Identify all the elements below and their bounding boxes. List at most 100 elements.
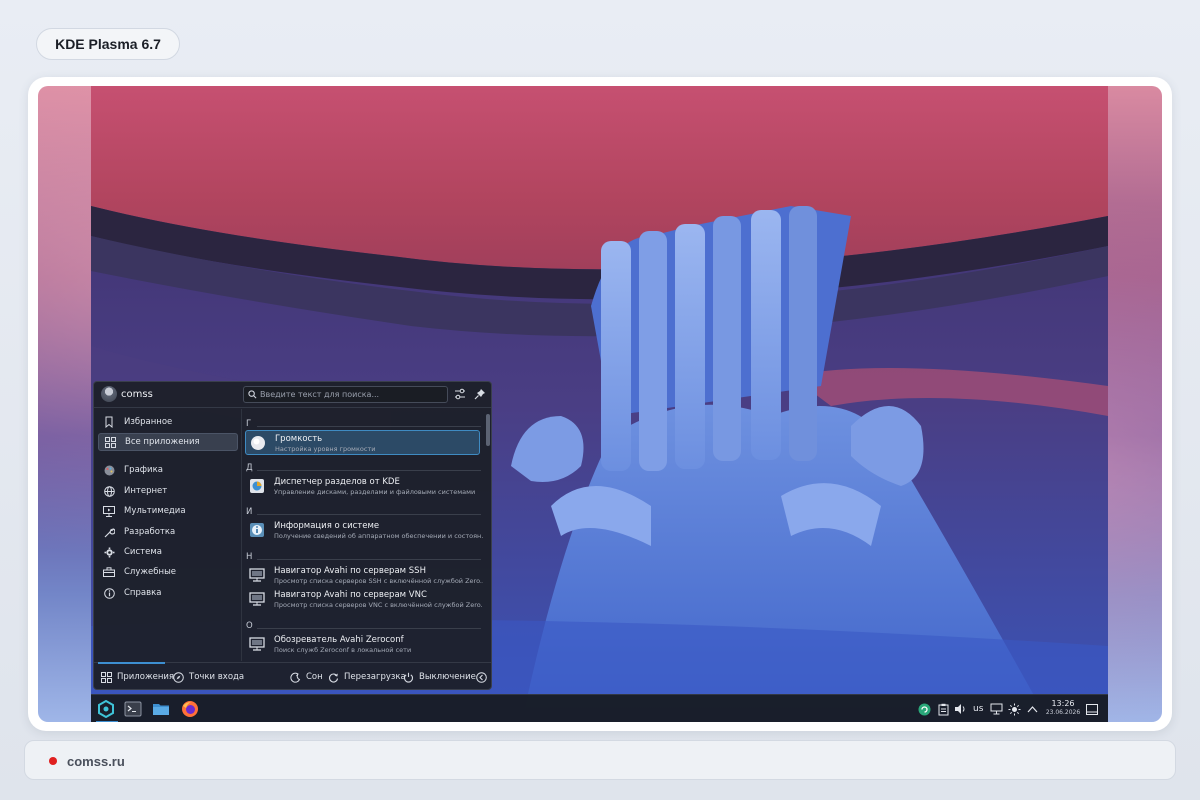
volume-app-icon	[251, 436, 265, 450]
clock-time[interactable]: 13:26	[1043, 699, 1083, 708]
kde-connect-icon	[918, 703, 930, 715]
app-title: Громкость	[275, 434, 323, 444]
tab-label: Приложения	[117, 672, 175, 682]
show-desktop-icon	[1086, 703, 1098, 715]
volume-icon	[954, 704, 964, 714]
user-avatar[interactable]	[101, 386, 117, 402]
app-item-system-info[interactable]: Информация о системе Получение сведений …	[245, 518, 483, 543]
grid-icon	[104, 436, 116, 448]
network-icon	[990, 703, 1002, 715]
keyboard-layout-indicator[interactable]: us	[973, 704, 983, 714]
avahi-ssh-app-icon	[249, 568, 265, 582]
app-title: Обозреватель Avahi Zeroconf	[274, 635, 404, 645]
app-title: Навигатор Avahi по серверам SSH	[274, 566, 426, 576]
desktop-screen: comss Избранное	[91, 86, 1108, 722]
bookmark-icon	[105, 416, 113, 428]
info-icon	[103, 587, 115, 599]
power-icon	[404, 672, 413, 683]
section-letter: И	[246, 507, 253, 517]
sidebar-item-internet[interactable]: Интернет	[98, 482, 238, 500]
application-launcher-button[interactable]	[96, 699, 118, 722]
pin-icon[interactable]	[474, 388, 486, 400]
tab-places[interactable]: Точки входа	[173, 669, 244, 685]
tray-clipboard[interactable]	[936, 702, 950, 716]
sidebar-item-label: Система	[124, 547, 162, 557]
section-letter: Г	[246, 419, 252, 429]
configure-icon[interactable]	[454, 388, 466, 400]
app-description: Просмотр списка серверов VNC с включённо…	[274, 601, 483, 609]
task-terminal[interactable]	[123, 699, 143, 719]
section-letter: Н	[246, 552, 253, 562]
task-file-manager[interactable]	[151, 699, 171, 719]
application-launcher: comss Избранное	[93, 381, 492, 690]
search-field[interactable]	[243, 386, 448, 403]
search-input[interactable]	[260, 388, 440, 401]
sidebar-item-development[interactable]: Разработка	[98, 523, 238, 541]
sidebar-item-utilities[interactable]: Служебные	[98, 563, 238, 581]
chevron-left-icon	[476, 671, 487, 683]
app-title: Диспетчер разделов от KDE	[274, 477, 400, 487]
sidebar-item-label: Графика	[124, 465, 163, 475]
sidebar-item-system[interactable]: Система	[98, 543, 238, 561]
shutdown-button[interactable]: Выключение	[403, 669, 476, 685]
list-scrollbar[interactable]	[486, 409, 490, 661]
sidebar-item-help[interactable]: Справка	[98, 584, 238, 602]
firefox-icon	[182, 701, 198, 717]
launcher-footer: Приложения Точки входа z Сон Перезагрузк…	[94, 662, 491, 690]
section-divider	[257, 470, 481, 471]
tray-expander[interactable]	[1025, 702, 1039, 716]
source-site[interactable]: comss.ru	[67, 754, 125, 769]
partition-app-icon	[250, 479, 264, 493]
tab-applications[interactable]: Приложения	[101, 669, 174, 685]
show-desktop-button[interactable]	[1085, 702, 1099, 716]
sidebar-item-graphics[interactable]: Графика	[98, 461, 238, 479]
toolbox-icon	[103, 567, 115, 577]
reboot-icon	[329, 672, 339, 682]
leave-menu-button[interactable]	[476, 669, 492, 685]
app-description: Управление дисками, разделами и файловым…	[274, 488, 476, 496]
avahi-vnc-app-icon	[249, 592, 265, 606]
app-description: Просмотр списка серверов SSH с включённо…	[274, 577, 483, 585]
sidebar-item-label: Разработка	[124, 527, 176, 537]
gear-icon	[104, 547, 114, 557]
tray-network[interactable]	[989, 702, 1003, 716]
tray-volume[interactable]	[953, 702, 967, 716]
tray-kde-connect[interactable]	[917, 702, 931, 716]
tab-label: Точки входа	[189, 672, 245, 682]
graphics-icon	[104, 465, 114, 475]
section-letter: Д	[246, 463, 253, 473]
folder-icon	[153, 704, 169, 715]
section-divider	[257, 426, 481, 427]
brightness-icon	[1008, 703, 1020, 715]
avahi-browser-app-icon	[249, 637, 265, 651]
status-dot	[49, 757, 57, 765]
app-item-volume[interactable]: Громкость Настройка уровня громкости	[245, 430, 480, 455]
app-title: Навигатор Avahi по серверам VNC	[274, 590, 427, 600]
sidebar-item-label: Служебные	[124, 567, 177, 577]
section-letter: О	[246, 621, 253, 631]
task-firefox[interactable]	[180, 699, 200, 719]
sidebar-item-all-apps[interactable]: Все приложения	[98, 433, 238, 451]
launcher-header: comss	[94, 382, 491, 408]
clock-date[interactable]: 23.06.2026	[1040, 709, 1086, 716]
app-item-avahi-vnc[interactable]: Навигатор Avahi по серверам VNC Просмотр…	[245, 587, 483, 612]
application-list: Г Громкость Настройка уровня громкости Д…	[243, 409, 483, 661]
app-item-partition-manager[interactable]: Диспетчер разделов от KDE Управление дис…	[245, 474, 480, 499]
app-description: Настройка уровня громкости	[275, 445, 376, 453]
sidebar-item-multimedia[interactable]: Мультимедиа	[98, 502, 238, 520]
scrollbar-thumb[interactable]	[486, 414, 490, 446]
sidebar-item-favorites[interactable]: Избранное	[98, 413, 238, 431]
sleep-button[interactable]: z Сон	[290, 669, 323, 685]
app-item-avahi-browser[interactable]: Обозреватель Avahi Zeroconf Поиск служб …	[245, 632, 480, 657]
app-item-avahi-ssh[interactable]: Навигатор Avahi по серверам SSH Просмотр…	[245, 563, 483, 588]
reboot-button[interactable]: Перезагрузка	[328, 669, 406, 685]
category-sidebar: Избранное Все приложения Графика Интерне…	[94, 409, 242, 661]
app-description: Поиск служб Zeroconf в локальной сети	[274, 646, 412, 654]
taskbar: us 13:26 23.06.2026	[91, 694, 1108, 722]
page-badge: KDE Plasma 6.7	[36, 28, 180, 60]
wrench-icon	[104, 527, 115, 537]
plasma-launcher-icon	[98, 700, 114, 718]
tray-brightness[interactable]	[1007, 702, 1021, 716]
monitor-icon	[103, 505, 115, 517]
sleep-icon: z	[290, 672, 301, 683]
